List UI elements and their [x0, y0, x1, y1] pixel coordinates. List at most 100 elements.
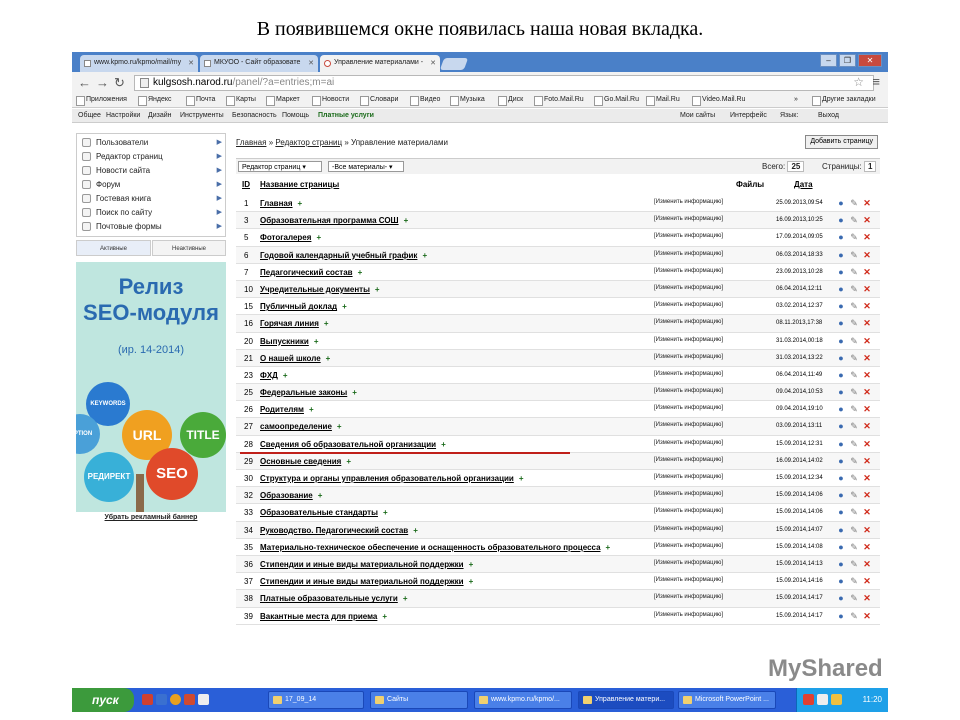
- delete-icon[interactable]: ✕: [862, 542, 872, 552]
- add-subpage-icon[interactable]: +: [314, 337, 319, 346]
- menu-icon[interactable]: ≡: [872, 74, 880, 89]
- edit-icon[interactable]: ✎: [849, 593, 859, 603]
- view-icon[interactable]: ●: [836, 456, 846, 466]
- close-window-icon[interactable]: ✕: [858, 54, 882, 67]
- page-title-link[interactable]: Публичный доклад +: [260, 302, 347, 311]
- view-icon[interactable]: ●: [836, 559, 846, 569]
- tab-inactive-modules[interactable]: Неактивные: [152, 240, 226, 256]
- bookmark-mail-ru[interactable]: Mail.Ru: [646, 96, 680, 106]
- pages-value[interactable]: 1: [864, 161, 877, 172]
- delete-icon[interactable]: ✕: [862, 404, 872, 414]
- view-icon[interactable]: ●: [836, 336, 846, 346]
- volume-icon[interactable]: [831, 694, 842, 705]
- new-tab-button[interactable]: [439, 58, 469, 70]
- browser-tab-materials[interactable]: Управление материалами - ✕: [320, 55, 440, 72]
- view-icon[interactable]: ●: [836, 593, 846, 603]
- view-icon[interactable]: ●: [836, 404, 846, 414]
- edit-info-link[interactable]: [Изменить информацию]: [654, 216, 723, 222]
- delete-icon[interactable]: ✕: [862, 387, 872, 397]
- page-title-link[interactable]: Горячая линия +: [260, 319, 329, 328]
- page-title-link[interactable]: Главная +: [260, 199, 302, 208]
- add-subpage-icon[interactable]: +: [403, 594, 408, 603]
- remove-banner-link[interactable]: Убрать рекламный баннер: [76, 514, 226, 521]
- maximize-icon[interactable]: ❐: [839, 54, 856, 67]
- delete-icon[interactable]: ✕: [862, 439, 872, 449]
- edit-info-link[interactable]: [Изменить информацию]: [654, 233, 723, 239]
- edit-info-link[interactable]: [Изменить информацию]: [654, 388, 723, 394]
- back-arrow-icon[interactable]: ←: [78, 75, 91, 90]
- delete-icon[interactable]: ✕: [862, 318, 872, 328]
- tab-active-modules[interactable]: Активные: [76, 240, 151, 256]
- taskbar-chrome-materials[interactable]: Управление матери...: [578, 691, 674, 709]
- edit-icon[interactable]: ✎: [849, 232, 859, 242]
- bookmark-mail[interactable]: Почта: [186, 96, 215, 106]
- edit-icon[interactable]: ✎: [849, 370, 859, 380]
- bookmark-apps[interactable]: Приложения: [76, 96, 127, 106]
- opera-icon[interactable]: [184, 694, 195, 705]
- add-subpage-icon[interactable]: +: [375, 285, 380, 294]
- taskbar-chrome-kpmo[interactable]: www.kpmo.ru/kpmo/...: [474, 691, 572, 709]
- delete-icon[interactable]: ✕: [862, 336, 872, 346]
- edit-icon[interactable]: ✎: [849, 490, 859, 500]
- page-title-link[interactable]: самоопределение +: [260, 422, 342, 431]
- page-title-link[interactable]: Образовательная программа СОШ +: [260, 216, 408, 225]
- delete-icon[interactable]: ✕: [862, 198, 872, 208]
- add-subpage-icon[interactable]: +: [316, 233, 321, 242]
- page-title-link[interactable]: Родителям +: [260, 405, 314, 414]
- page-title-link[interactable]: Годовой календарный учебный график +: [260, 251, 427, 260]
- view-icon[interactable]: ●: [836, 542, 846, 552]
- network-icon[interactable]: [817, 694, 828, 705]
- edit-icon[interactable]: ✎: [849, 542, 859, 552]
- add-subpage-icon[interactable]: +: [422, 251, 427, 260]
- browser-tab-mkuoo[interactable]: МКУОО - Сайт образовате ✕: [200, 55, 318, 72]
- bookmark-foto-mail[interactable]: Foto.Mail.Ru: [534, 96, 584, 106]
- bookmark-star-icon[interactable]: ☆: [853, 75, 864, 89]
- page-title-link[interactable]: Фотогалерея +: [260, 233, 321, 242]
- add-subpage-icon[interactable]: +: [309, 405, 314, 414]
- page-title-link[interactable]: Образование +: [260, 491, 322, 500]
- editor-select[interactable]: Редактор страниц ▾: [238, 161, 322, 172]
- delete-icon[interactable]: ✕: [862, 232, 872, 242]
- edit-icon[interactable]: ✎: [849, 318, 859, 328]
- page-title-link[interactable]: Выпускники +: [260, 337, 319, 346]
- page-title-link[interactable]: ФХД +: [260, 371, 288, 380]
- add-subpage-icon[interactable]: +: [606, 543, 611, 552]
- forward-arrow-icon[interactable]: →: [96, 75, 109, 90]
- delete-icon[interactable]: ✕: [862, 456, 872, 466]
- edit-icon[interactable]: ✎: [849, 198, 859, 208]
- antivirus-icon[interactable]: [803, 694, 814, 705]
- add-subpage-icon[interactable]: +: [519, 474, 524, 483]
- edit-info-link[interactable]: [Изменить информацию]: [654, 354, 723, 360]
- delete-icon[interactable]: ✕: [862, 353, 872, 363]
- delete-icon[interactable]: ✕: [862, 611, 872, 621]
- bookmark-go-mail[interactable]: Go.Mail.Ru: [594, 96, 639, 106]
- view-icon[interactable]: ●: [836, 250, 846, 260]
- add-subpage-icon[interactable]: +: [382, 612, 387, 621]
- sidebar-item-page-editor[interactable]: Редактор страниц ▶: [82, 152, 222, 161]
- view-icon[interactable]: ●: [836, 576, 846, 586]
- bookmark-disk[interactable]: Диск: [498, 96, 523, 106]
- bookmark-other[interactable]: Другие закладки: [812, 96, 876, 106]
- breadcrumb-page-editor[interactable]: Редактор страниц: [275, 138, 342, 147]
- edit-icon[interactable]: ✎: [849, 284, 859, 294]
- column-name[interactable]: Название страницы: [260, 180, 339, 189]
- bookmarks-more-icon[interactable]: »: [794, 96, 798, 103]
- delete-icon[interactable]: ✕: [862, 421, 872, 431]
- edit-info-link[interactable]: [Изменить информацию]: [654, 199, 723, 205]
- view-icon[interactable]: ●: [836, 387, 846, 397]
- edit-info-link[interactable]: [Изменить информацию]: [654, 543, 723, 549]
- taskbar-folder-17-09-14[interactable]: 17_09_14: [268, 691, 364, 709]
- close-icon[interactable]: ✕: [430, 59, 436, 67]
- page-title-link[interactable]: Основные сведения +: [260, 457, 351, 466]
- edit-info-link[interactable]: [Изменить информацию]: [654, 285, 723, 291]
- bookmark-dictionaries[interactable]: Словари: [360, 96, 398, 106]
- view-icon[interactable]: ●: [836, 525, 846, 535]
- page-title-link[interactable]: Учредительные документы +: [260, 285, 380, 294]
- address-bar[interactable]: kulgsosh.narod.ru/panel/?a=entries;m=ai: [134, 75, 874, 91]
- desktop-icon[interactable]: [198, 694, 209, 705]
- start-button[interactable]: пуск: [72, 688, 134, 712]
- edit-icon[interactable]: ✎: [849, 611, 859, 621]
- ucoz-logout[interactable]: Выход: [818, 112, 839, 119]
- ucoz-menu-security[interactable]: Безопасность: [232, 112, 277, 119]
- edit-icon[interactable]: ✎: [849, 353, 859, 363]
